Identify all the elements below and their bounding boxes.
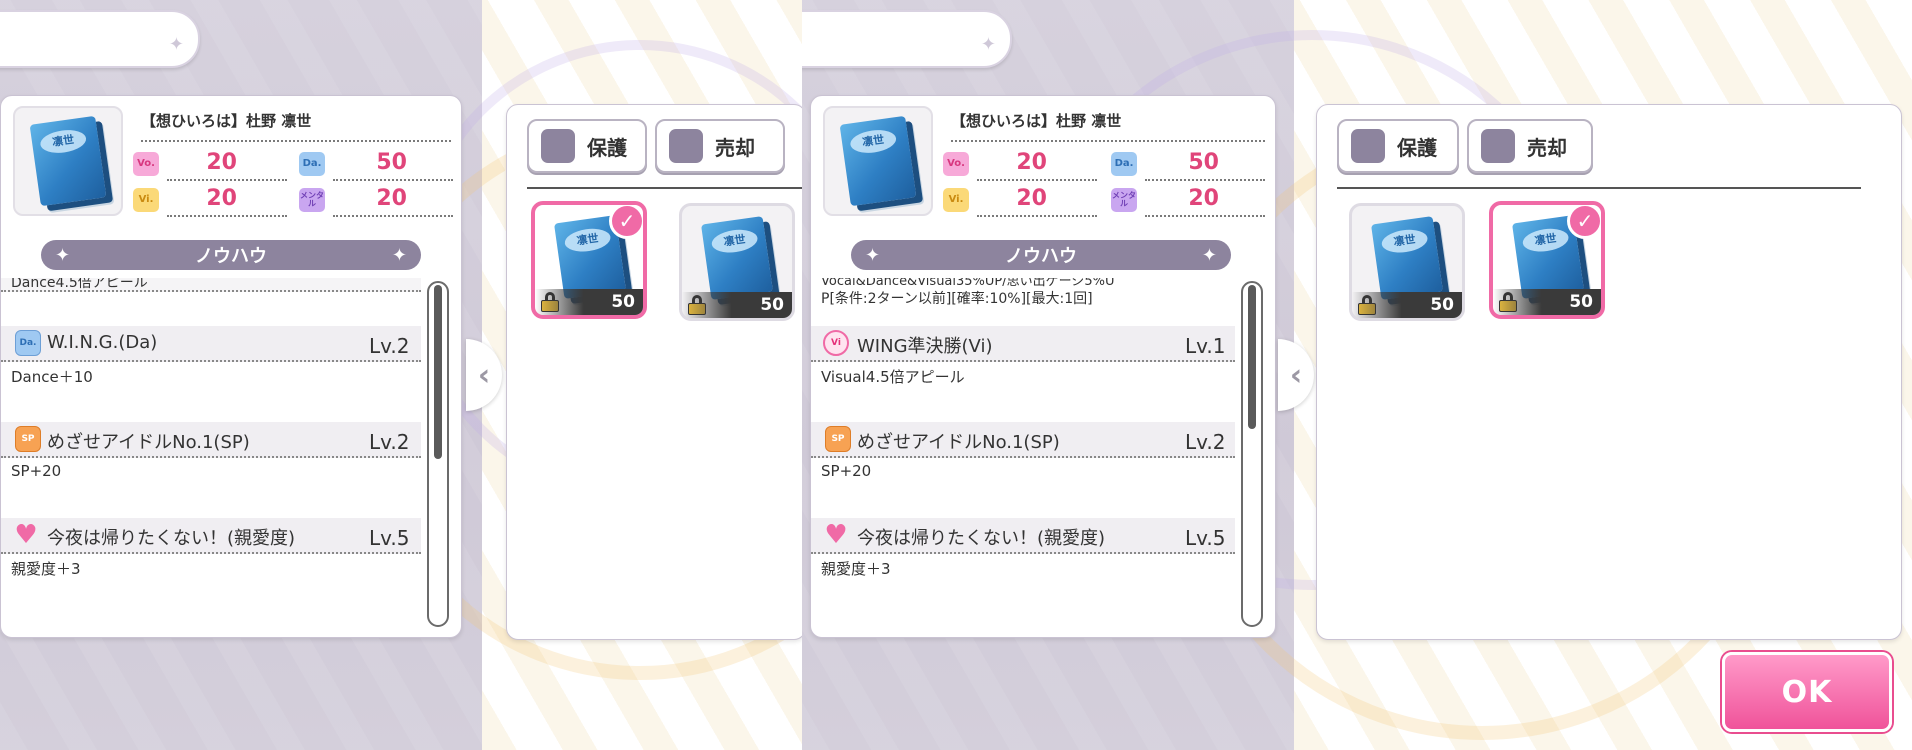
dance-label: Da. xyxy=(299,152,325,176)
dance-value: 50 xyxy=(1188,150,1219,175)
skill-desc: P[条件:2ターン以前][確率:10%][最大:1回] xyxy=(821,291,1093,307)
skill-level: Lv.2 xyxy=(369,334,410,358)
skill-level: Lv.2 xyxy=(1185,430,1226,454)
scrollbar[interactable] xyxy=(427,281,449,627)
knowhow-label: ノウハウ xyxy=(195,246,267,267)
ok-button[interactable]: OK xyxy=(1722,652,1892,732)
skill-name: めざせアイドルNo.1(SP) xyxy=(857,432,1060,453)
book-icon: 凛世 xyxy=(839,115,917,207)
sell-filter-button[interactable]: 売却 xyxy=(1467,119,1593,173)
skill-name: WING準決勝(Vi) xyxy=(857,336,993,357)
sparkle-icon: ✦ xyxy=(1201,244,1217,266)
mental-label: メンタル xyxy=(1111,188,1137,212)
protect-filter-button[interactable]: 保護 xyxy=(1337,119,1459,173)
item-count: 50 xyxy=(682,292,792,318)
sparkle-icon: ✦ xyxy=(980,34,996,55)
card-thumbnail: 凛世 xyxy=(823,106,933,216)
card-thumbnail: 凛世 xyxy=(13,106,123,216)
skill-level: Lv.5 xyxy=(1185,526,1226,550)
chevron-left-icon: ‹ xyxy=(1289,357,1303,393)
item-panel: 保護 売却 凛世 50 ✓ 凛世 50 xyxy=(506,104,802,640)
skill-name: めざせアイドルNo.1(SP) xyxy=(47,432,250,453)
sparkle-icon: ✦ xyxy=(865,244,881,266)
sp-icon: SP xyxy=(825,426,851,452)
sp-icon: SP xyxy=(15,426,41,452)
item-count: 50 xyxy=(535,289,643,315)
book-icon: 凛世 xyxy=(1371,216,1443,300)
scrollbar[interactable] xyxy=(1241,281,1263,627)
chevron-left-icon: ‹ xyxy=(477,357,491,393)
card-detail-panel: 凛世 【想ひいろは】杜野 凛世 Vo. 20 Da. 50 Vi. 20 メンタ… xyxy=(810,95,1276,638)
title-pill: ✦ xyxy=(802,10,1012,68)
protect-checkbox[interactable] xyxy=(1351,129,1385,163)
heart-icon: ♥ xyxy=(824,520,848,550)
sparkle-icon: ✦ xyxy=(55,244,71,266)
knowhow-bar: ✦ ノウハウ ✦ xyxy=(41,240,421,270)
skill-level: Lv.5 xyxy=(369,526,410,550)
check-icon: ✓ xyxy=(609,205,643,239)
mental-value: 20 xyxy=(1188,186,1219,211)
book-icon: 凛世 xyxy=(29,115,107,207)
skill-name: 今夜は帰りたくない！(親愛度) xyxy=(47,528,296,549)
item-panel: 保護 売却 凛世 50 凛世 50 ✓ xyxy=(1316,104,1902,640)
visual-value: 20 xyxy=(206,186,237,211)
skill-desc: Visual4.5倍アピール xyxy=(821,368,965,386)
visual-label: Vi. xyxy=(943,188,969,212)
skill-level: Lv.1 xyxy=(1185,334,1226,358)
dance-icon: Da. xyxy=(15,330,41,356)
vocal-label: Vo. xyxy=(133,152,159,176)
skill-desc: Dance＋10 xyxy=(11,368,93,386)
vocal-value: 20 xyxy=(1016,150,1047,175)
skill-desc: 親愛度＋3 xyxy=(11,560,81,578)
skill-list[interactable]: Dance4.5倍アピール Da. W.I.N.G.(Da) Lv.2 Danc… xyxy=(1,278,421,637)
item-card[interactable]: 凛世 50 xyxy=(1349,203,1465,321)
item-card[interactable]: 凛世 50 xyxy=(679,203,795,321)
scrollbar-thumb[interactable] xyxy=(1248,285,1256,429)
mental-label: メンタル xyxy=(299,188,325,212)
sell-checkbox[interactable] xyxy=(669,129,703,163)
knowhow-label: ノウハウ xyxy=(1005,246,1077,267)
heart-icon: ♥ xyxy=(14,520,38,550)
screen-2: ✦ 凛世 【想ひいろは】杜野 凛世 Vo. 20 Da. 50 Vi. 20 メ… xyxy=(802,0,1912,750)
skill-list[interactable]: Vocal&Dance&Visual35%UP/思い出ゲージ5%U P[条件:2… xyxy=(811,278,1235,637)
item-card[interactable]: 凛世 50 ✓ xyxy=(531,201,647,319)
skill-desc: Dance4.5倍アピール xyxy=(11,278,148,291)
protect-checkbox[interactable] xyxy=(541,129,575,163)
visual-label: Vi. xyxy=(133,188,159,212)
book-icon: 凛世 xyxy=(701,216,773,300)
item-card[interactable]: 凛世 50 ✓ xyxy=(1489,201,1605,319)
visual-icon: Vi xyxy=(823,330,849,356)
protect-filter-button[interactable]: 保護 xyxy=(527,119,647,173)
card-title: 【想ひいろは】杜野 凛世 xyxy=(951,112,1122,130)
skill-name: 今夜は帰りたくない！(親愛度) xyxy=(857,528,1106,549)
screen-1: ✦ 凛世 【想ひいろは】杜野 凛世 Vo. 20 Da. 50 Vi. 20 メ… xyxy=(0,0,802,750)
check-icon: ✓ xyxy=(1567,205,1601,239)
vocal-value: 20 xyxy=(206,150,237,175)
card-title: 【想ひいろは】杜野 凛世 xyxy=(141,112,312,130)
knowhow-bar: ✦ ノウハウ ✦ xyxy=(851,240,1231,270)
card-detail-panel: 凛世 【想ひいろは】杜野 凛世 Vo. 20 Da. 50 Vi. 20 メンタ… xyxy=(0,95,462,638)
sparkle-icon: ✦ xyxy=(168,34,184,55)
item-count: 50 xyxy=(1493,289,1601,315)
skill-desc: SP+20 xyxy=(821,462,872,480)
sparkle-icon: ✦ xyxy=(391,244,407,266)
dance-label: Da. xyxy=(1111,152,1137,176)
skill-name: W.I.N.G.(Da) xyxy=(47,332,158,353)
skill-desc: 親愛度＋3 xyxy=(821,560,891,578)
title-pill: ✦ xyxy=(0,10,200,68)
dance-value: 50 xyxy=(376,150,407,175)
vocal-label: Vo. xyxy=(943,152,969,176)
sell-filter-button[interactable]: 売却 xyxy=(655,119,785,173)
skill-desc: SP+20 xyxy=(11,462,62,480)
visual-value: 20 xyxy=(1016,186,1047,211)
skill-level: Lv.2 xyxy=(369,430,410,454)
sell-checkbox[interactable] xyxy=(1481,129,1515,163)
item-count: 50 xyxy=(1352,292,1462,318)
mental-value: 20 xyxy=(376,186,407,211)
scrollbar-thumb[interactable] xyxy=(434,285,442,459)
